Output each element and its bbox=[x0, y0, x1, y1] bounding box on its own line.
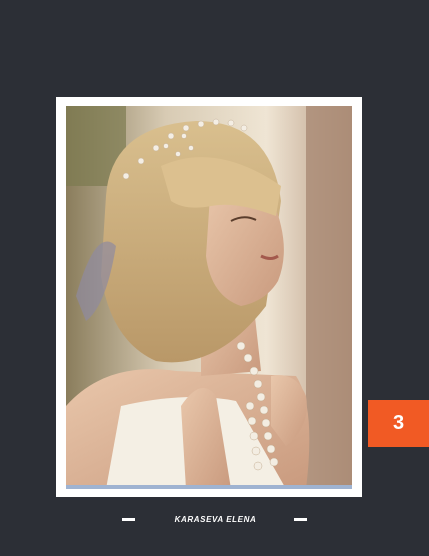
page-number: 3 bbox=[392, 412, 405, 434]
caption-dash-left bbox=[121, 517, 135, 521]
photo-underline bbox=[66, 485, 352, 489]
caption-dash-right bbox=[294, 517, 308, 521]
portrait-photo[interactable] bbox=[66, 106, 352, 489]
page-number-badge: 3 bbox=[368, 400, 429, 447]
caption-author: KARASEVA ELENA bbox=[174, 514, 257, 524]
photo-caption: KARASEVA ELENA bbox=[0, 510, 429, 528]
photo-frame bbox=[56, 97, 362, 497]
magazine-page: 3 KARASEVA ELENA bbox=[0, 0, 429, 556]
